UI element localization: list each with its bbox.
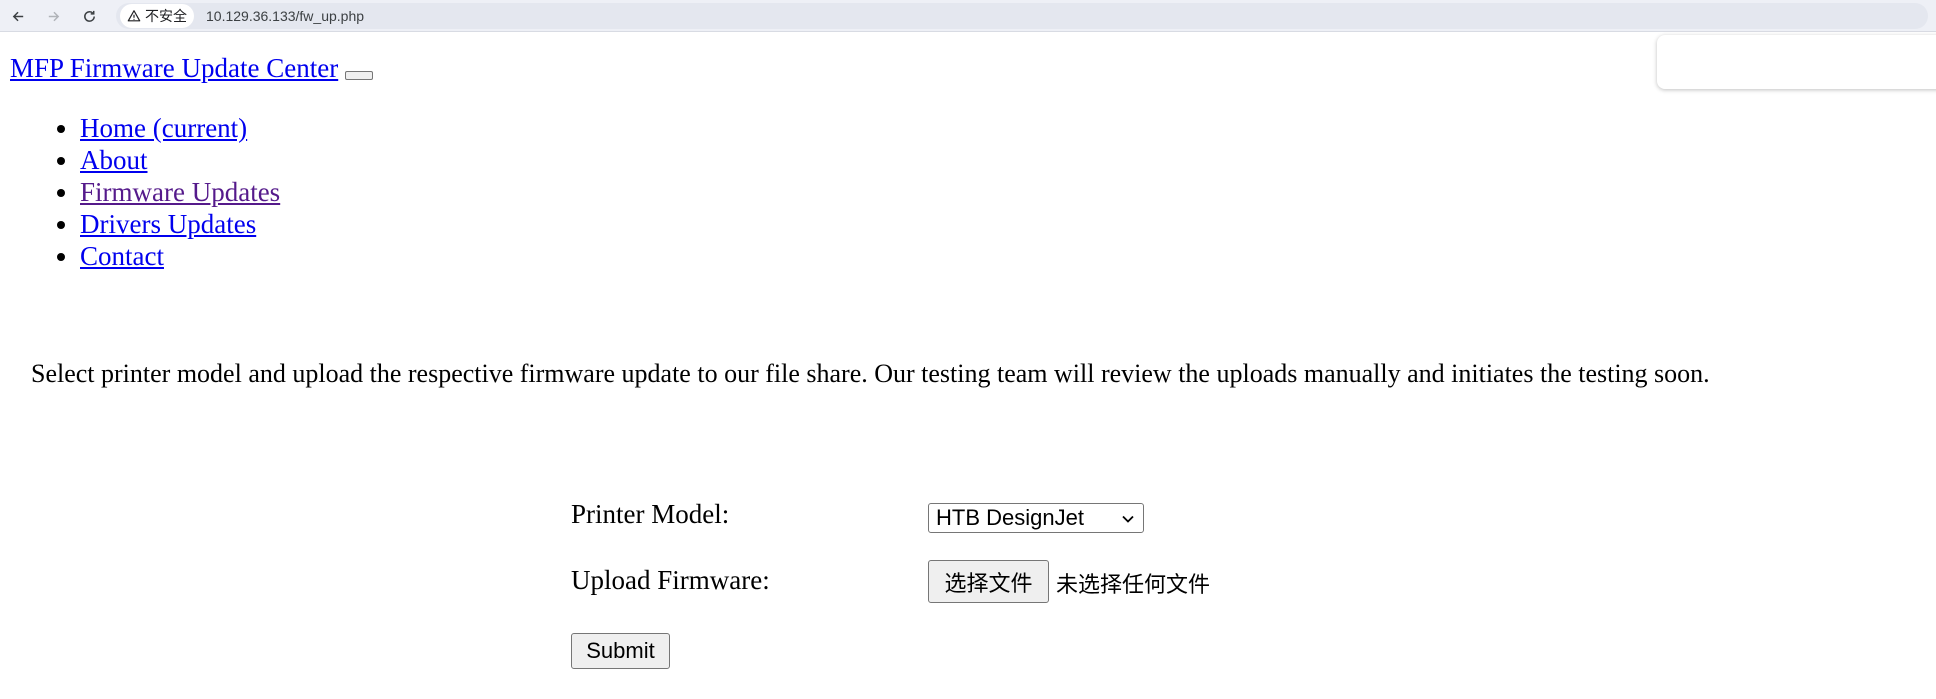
address-bar[interactable]: 不安全 10.129.36.133/fw_up.php <box>116 3 1928 29</box>
nav-item-home: Home (current) <box>80 112 280 144</box>
upload-firmware-label: Upload Firmware: <box>571 565 770 595</box>
nav-menu: Home (current) About Firmware Updates Dr… <box>0 112 280 272</box>
nav-link-firmware-updates[interactable]: Firmware Updates <box>80 177 280 207</box>
url-text[interactable]: 10.129.36.133/fw_up.php <box>206 8 364 24</box>
security-indicator[interactable]: 不安全 <box>120 4 194 28</box>
navbar-toggler-button[interactable] <box>345 70 374 80</box>
back-button[interactable] <box>7 6 29 26</box>
warning-triangle-icon <box>127 10 141 22</box>
security-label: 不安全 <box>145 8 187 24</box>
page-content: MFP Firmware Update Center Home (current… <box>0 33 1936 699</box>
submit-button[interactable]: Submit <box>571 633 670 669</box>
file-status-text: 未选择任何文件 <box>1056 573 1211 598</box>
brand-link[interactable]: MFP Firmware Update Center <box>10 53 338 84</box>
forward-button[interactable] <box>42 6 64 26</box>
intro-text: Select printer model and upload the resp… <box>31 359 1710 388</box>
reload-icon <box>83 10 95 22</box>
nav-item-contact: Contact <box>80 240 280 272</box>
arrow-right-icon <box>48 11 59 21</box>
printer-model-select[interactable]: HTB DesignJet <box>928 503 1144 533</box>
nav-link-home[interactable]: Home (current) <box>80 113 247 143</box>
nav-link-contact[interactable]: Contact <box>80 241 164 271</box>
nav-item-firmware-updates: Firmware Updates <box>80 176 280 208</box>
reload-button[interactable] <box>78 6 100 26</box>
chevron-down-icon <box>1122 515 1134 523</box>
nav-item-drivers-updates: Drivers Updates <box>80 208 280 240</box>
printer-model-label: Printer Model: <box>571 499 730 529</box>
arrow-left-icon <box>12 11 23 21</box>
navbar: MFP Firmware Update Center <box>10 51 374 85</box>
firmware-upload-form: Printer Model: HTB DesignJet Upload Firm… <box>571 463 1271 683</box>
choose-file-button[interactable]: 选择文件 <box>928 560 1049 603</box>
browser-toolbar: 不安全 10.129.36.133/fw_up.php <box>0 0 1936 32</box>
printer-model-selected-value: HTB DesignJet <box>936 505 1084 530</box>
nav-item-about: About <box>80 144 280 176</box>
nav-link-about[interactable]: About <box>80 145 148 175</box>
nav-link-drivers-updates[interactable]: Drivers Updates <box>80 209 256 239</box>
